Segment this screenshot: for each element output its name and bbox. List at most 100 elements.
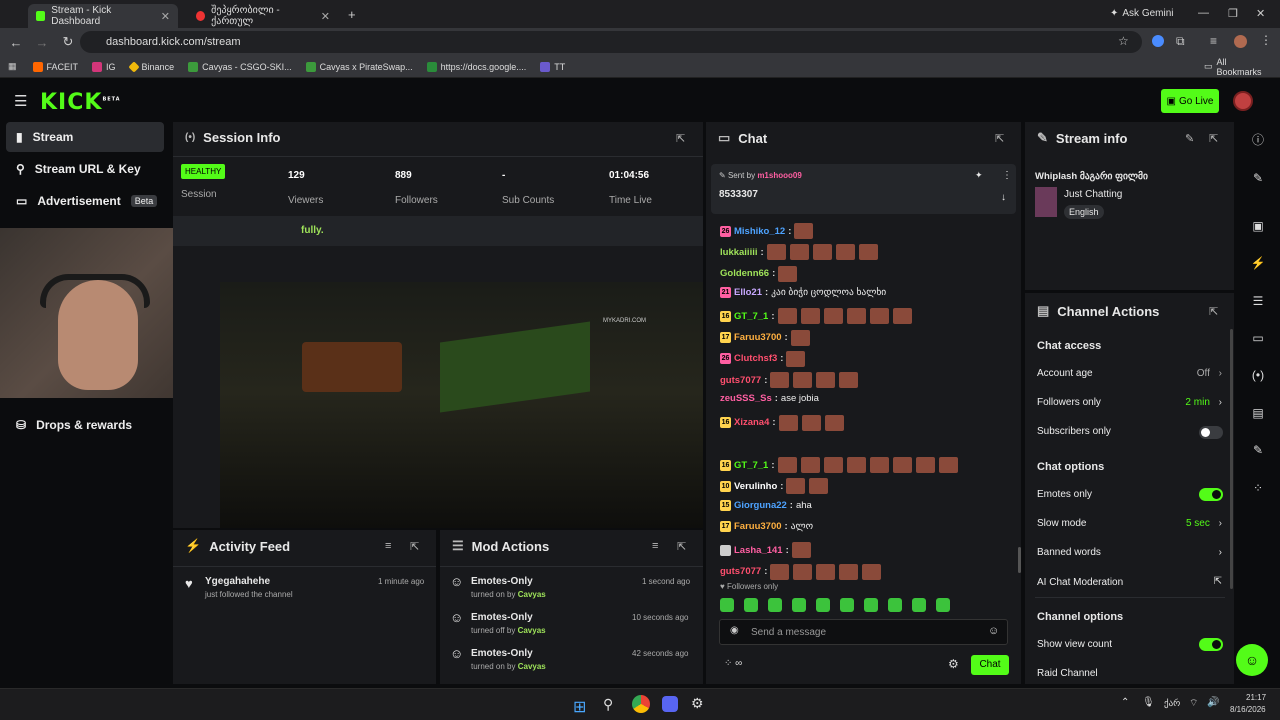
maximize-icon[interactable]: ❐ [1228,7,1238,20]
close-tab-icon[interactable]: ✕ [321,10,330,23]
go-live-button[interactable]: ▣ Go Live [1161,89,1219,113]
chat-username[interactable]: Clutchsf3 [734,353,777,364]
windows-start-icon[interactable]: ⊞ [573,697,586,717]
subscribers-only-toggle[interactable] [1199,426,1223,439]
chat-emote-icon[interactable] [816,563,836,580]
profile-avatar[interactable] [1234,35,1247,48]
star-icon[interactable]: ☆ [1118,34,1129,48]
discord-icon[interactable] [662,696,678,712]
chat-emote-icon[interactable] [770,372,790,389]
chat-emote-icon[interactable] [938,457,958,473]
chat-emote-icon[interactable] [770,563,790,580]
chat-emote-icon[interactable] [846,308,866,325]
chat-username[interactable]: Giorguna22 [734,500,787,511]
sidebar-item-stream-url[interactable]: ⚲ Stream URL & Key [6,154,164,184]
chat-emote-icon[interactable] [839,372,859,389]
info-icon[interactable]: ⓘ [1243,128,1273,152]
chat-emote-icon[interactable] [869,308,889,325]
popout-icon[interactable]: ⇱ [995,132,1004,145]
user-avatar[interactable] [1233,91,1253,111]
filter-icon[interactable]: ≡ [652,540,658,552]
emoji-picker-icon[interactable]: ☺ [988,625,999,637]
chat-username[interactable]: Xizana4 [734,417,769,428]
kick-logo[interactable]: KICKBETA [40,90,121,115]
sidebar-item-stream[interactable]: ▮ Stream [6,122,164,152]
all-bookmarks[interactable]: ▭ All Bookmarks [1204,57,1266,77]
chat-emote-icon[interactable] [789,244,809,261]
bookmark-ig[interactable]: IG [92,61,116,72]
stream-preview[interactable]: MYKADRI.COM [220,282,703,528]
settings-gear-icon[interactable]: ⚙ [948,657,959,671]
chat-emote-icon[interactable] [778,265,798,282]
wifi-icon[interactable]: ⌔ [1189,697,1198,710]
chat-emote-icon[interactable] [892,457,912,473]
session-icon[interactable]: ▣ [1243,214,1273,238]
unpin-icon[interactable]: ✦ [975,170,983,181]
chat-username[interactable]: GT_7_1 [734,311,768,322]
chat-emote-icon[interactable] [766,244,786,261]
chat-emote-icon[interactable] [790,329,810,346]
close-tab-icon[interactable]: ✕ [161,10,170,23]
popout-icon[interactable]: ⇱ [410,540,419,553]
extensions-puzzle-icon[interactable]: ⧉ [1176,34,1185,49]
chat-emote-icon[interactable] [869,457,889,473]
chat-emote-icon[interactable] [777,308,797,325]
chat-username[interactable]: Faruu3700 [734,332,782,343]
clock-date[interactable]: 8/16/2026 [1230,705,1266,714]
chat-emote-icon[interactable] [835,244,855,261]
reading-list-icon[interactable]: ≡ [1210,34,1217,48]
pinned-by-user[interactable]: m1shooo09 [757,171,801,180]
chat-scrollbar[interactable] [1018,547,1021,573]
tray-chevron-icon[interactable]: ⌃ [1121,697,1129,708]
chat-username[interactable]: Goldenn66 [720,268,769,279]
search-icon[interactable]: ⚲ [603,696,613,713]
clock-time[interactable]: 21:17 [1246,693,1266,702]
chat-emote-icon[interactable] [809,478,829,495]
chrome-icon[interactable] [632,695,650,713]
chat-emote-icon[interactable] [791,542,811,559]
edit-pencil-icon[interactable]: ✎ [1185,132,1194,145]
sidebar-item-advertisement[interactable]: ▭ Advertisement Beta [6,186,164,216]
bookmark-tt[interactable]: TT [540,61,565,72]
chat-emote-icon[interactable] [801,414,821,431]
more-icon[interactable]: ⁘ [1243,476,1273,500]
tab-video[interactable]: შეპყრობილი - ქართულ ✕ [188,4,338,28]
new-tab-icon[interactable]: + [348,7,356,22]
activity-icon[interactable]: ⚡ [1243,251,1273,275]
extension-icon[interactable] [1152,35,1164,47]
chat-emote-icon[interactable] [858,244,878,261]
chat-username[interactable]: Lasha_141 [734,545,783,556]
show-view-count-toggle[interactable] [1199,638,1223,651]
emote-shortcut-icon[interactable] [768,598,782,612]
menu-kebab-icon[interactable]: ⋮ [1260,33,1272,47]
scroll-down-icon[interactable]: ↓ [1001,192,1006,203]
reload-icon[interactable]: ↻ [58,34,78,50]
apps-grid-icon[interactable]: ▦ [8,61,17,72]
mod-list-icon[interactable]: ☰ [1243,289,1273,313]
actions-scrollbar[interactable] [1230,329,1233,589]
message-input[interactable]: ◉ Send a message ☺ [719,619,1008,645]
bookmark-binance[interactable]: Binance [127,60,174,73]
url-field[interactable]: dashboard.kick.com/stream [80,31,1142,53]
chat-emote-icon[interactable] [816,372,836,389]
chat-username[interactable]: guts7077 [720,566,761,577]
chat-icon[interactable]: ▭ [1243,326,1273,350]
close-window-icon[interactable]: ✕ [1256,7,1265,20]
forward-icon[interactable]: → [32,35,52,50]
popout-icon[interactable]: ⇱ [1209,305,1218,318]
bookmark-cavyas-pirate[interactable]: Cavyas x PirateSwap... [305,61,413,72]
minimize-icon[interactable]: — [1198,7,1209,19]
bookmark-cavyas-csgo[interactable]: Cavyas - CSGO-SKI... [188,61,292,72]
chat-emote-icon[interactable] [823,457,843,473]
help-chat-button[interactable]: ☺ [1236,644,1268,676]
chat-emote-icon[interactable] [846,457,866,473]
chat-username[interactable]: Mishiko_12 [734,226,785,237]
language-indicator[interactable]: ქარ [1164,698,1180,709]
chat-emote-icon[interactable] [793,563,813,580]
mod-action-user[interactable]: Cavyas [518,590,546,599]
chat-emote-icon[interactable] [777,457,797,473]
emote-shortcut-icon[interactable] [720,598,734,612]
popout-icon[interactable]: ⇱ [676,132,685,145]
hamburger-menu-icon[interactable]: ☰ [14,92,27,110]
emote-shortcut-icon[interactable] [744,598,758,612]
